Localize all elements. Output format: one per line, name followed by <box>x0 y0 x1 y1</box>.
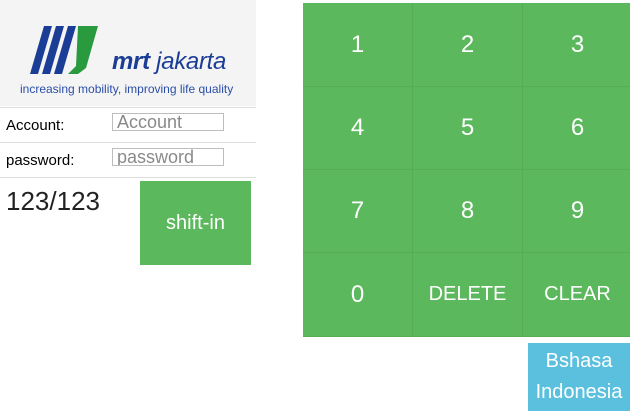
language-toggle-button[interactable]: Bshasa Indonesia <box>528 343 630 411</box>
key-7[interactable]: 7 <box>303 170 413 253</box>
logo-brand-word: jakarta <box>156 48 227 75</box>
key-1[interactable]: 1 <box>303 3 413 87</box>
shift-in-button[interactable]: shift-in <box>140 181 251 265</box>
key-9[interactable]: 9 <box>523 170 630 253</box>
password-label: password: <box>6 152 75 169</box>
numeric-keypad: 1 2 3 4 5 6 7 8 9 0 DELETE CLEAR <box>303 3 630 337</box>
language-button-line2: Indonesia <box>535 381 623 403</box>
logo-brand-prefix: mrt <box>112 48 150 75</box>
key-3[interactable]: 3 <box>523 3 630 87</box>
mrt-jakarta-logo: mrt jakarta increasing mobility, improvi… <box>0 0 256 106</box>
password-input[interactable] <box>112 148 224 166</box>
account-input[interactable] <box>112 113 224 131</box>
key-0[interactable]: 0 <box>303 253 413 337</box>
mrt-logo-mark-icon <box>30 26 98 74</box>
account-row: Account: <box>0 107 256 142</box>
key-8[interactable]: 8 <box>413 170 523 253</box>
logo-tagline: increasing mobility, improving life qual… <box>20 82 234 96</box>
clear-key[interactable]: CLEAR <box>523 253 630 337</box>
password-row: password: <box>0 142 256 178</box>
login-panel: mrt jakarta increasing mobility, improvi… <box>0 0 256 411</box>
shift-counter: 123/123 <box>6 186 100 216</box>
account-label: Account: <box>6 117 65 134</box>
key-2[interactable]: 2 <box>413 3 523 87</box>
logo-brand-name: mrt jakarta <box>112 48 226 76</box>
key-6[interactable]: 6 <box>523 87 630 170</box>
language-button-line1: Bshasa <box>545 350 613 372</box>
key-5[interactable]: 5 <box>413 87 523 170</box>
delete-key[interactable]: DELETE <box>413 253 523 337</box>
key-4[interactable]: 4 <box>303 87 413 170</box>
